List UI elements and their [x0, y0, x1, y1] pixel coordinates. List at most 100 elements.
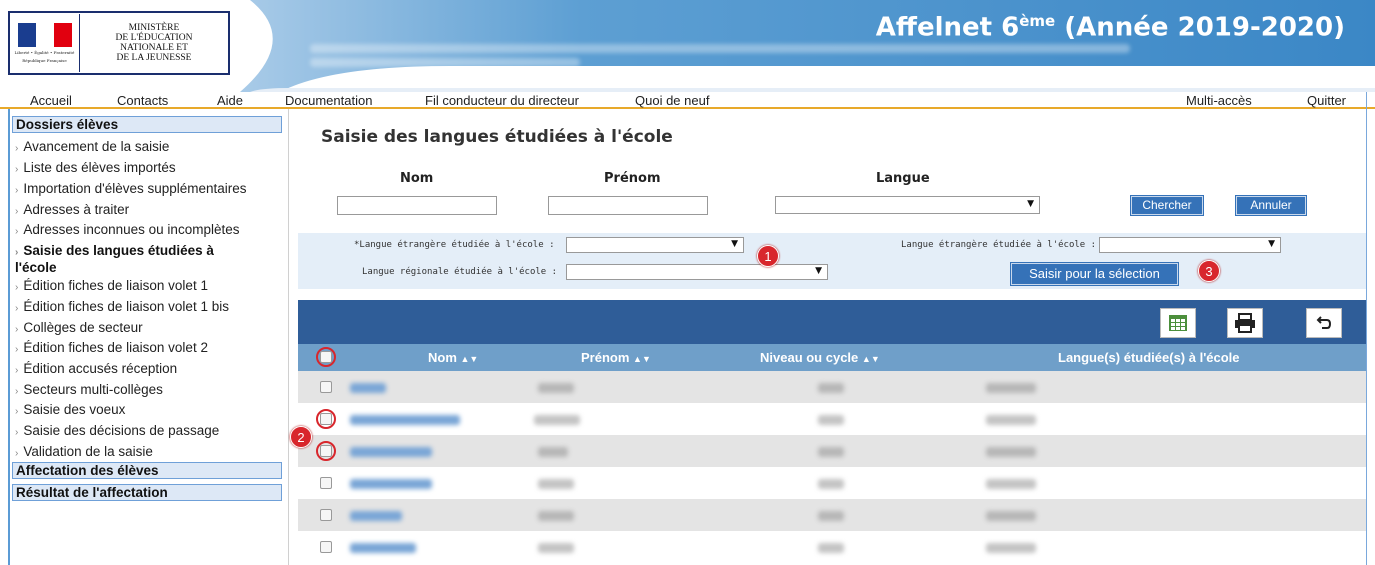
- lang-etrangere-label: Langue étrangère étudiée à l'école :: [901, 240, 1097, 250]
- blurred-cell: [538, 479, 574, 489]
- print-button[interactable]: [1227, 308, 1263, 338]
- sidebar-item-fiches-volet1bis[interactable]: › Édition fiches de liaison volet 1 bis: [15, 299, 229, 316]
- chercher-button[interactable]: Chercher: [1131, 196, 1203, 215]
- lang-regionale-label: Langue régionale étudiée à l'école :: [362, 267, 558, 277]
- ministry-logo: Liberté • Égalité • Fraternité Républiqu…: [8, 11, 230, 75]
- highlight-circle: [316, 409, 336, 429]
- sort-icon[interactable]: ▲▼: [862, 354, 880, 364]
- table-row[interactable]: [298, 371, 1366, 403]
- dropdown-arrow-icon: ▼: [1027, 199, 1034, 209]
- sidebar-item-saisie-langues[interactable]: › Saisie des langues étudiées à l'école: [15, 243, 214, 275]
- chevron-right-icon: ›: [15, 386, 19, 397]
- sidebar-section-dossiers[interactable]: Dossiers élèves: [12, 116, 282, 133]
- column-header-niveau[interactable]: Niveau ou cycle ▲▼: [760, 350, 880, 365]
- lang-regionale-select[interactable]: ▼: [566, 264, 828, 280]
- blurred-cell: [350, 543, 416, 553]
- sort-icon[interactable]: ▲▼: [461, 354, 479, 364]
- sidebar-section-resultat[interactable]: Résultat de l'affectation: [12, 484, 282, 501]
- sidebar-item-adresses-inconnues[interactable]: › Adresses inconnues ou incomplètes: [15, 222, 239, 239]
- annuler-button[interactable]: Annuler: [1236, 196, 1306, 215]
- sidebar: Dossiers élèves › Avancement de la saisie…: [8, 109, 289, 565]
- sidebar-item-importation[interactable]: › Importation d'élèves supplémentaires: [15, 181, 247, 198]
- blurred-cell: [818, 447, 844, 457]
- menu-multi-acces[interactable]: Multi-accès: [1186, 93, 1252, 108]
- row-checkbox[interactable]: [320, 541, 332, 553]
- prenom-label: Prénom: [604, 171, 661, 186]
- sidebar-item-liste-eleves[interactable]: › Liste des élèves importés: [15, 160, 176, 177]
- blurred-cell: [538, 543, 574, 553]
- annotation-badge-2: 2: [290, 426, 312, 448]
- menu-quitter[interactable]: Quitter: [1307, 93, 1346, 108]
- blurred-cell: [534, 415, 580, 425]
- sidebar-item-validation[interactable]: › Validation de la saisie: [15, 444, 153, 461]
- chevron-right-icon: ›: [15, 324, 19, 335]
- blurred-cell: [986, 511, 1036, 521]
- table-row[interactable]: [298, 403, 1366, 435]
- column-header-nom[interactable]: Nom ▲▼: [428, 350, 478, 365]
- blurred-cell: [818, 511, 844, 521]
- langue-label: Langue: [876, 171, 930, 186]
- row-checkbox[interactable]: [320, 477, 332, 489]
- return-button[interactable]: [1306, 308, 1342, 338]
- blurred-cell: [986, 479, 1036, 489]
- top-menu: Accueil Contacts Aide Documentation Fil …: [0, 92, 1375, 109]
- chevron-right-icon: ›: [15, 185, 19, 196]
- lang-etrangere-select[interactable]: ▼: [1099, 237, 1281, 253]
- table-row[interactable]: [298, 435, 1366, 467]
- dropdown-arrow-icon: ▼: [815, 266, 822, 276]
- prenom-search-input[interactable]: [548, 196, 708, 215]
- table-header: Nom ▲▼ Prénom ▲▼ Niveau ou cycle ▲▼ Lang…: [298, 344, 1366, 371]
- chevron-right-icon: ›: [15, 164, 19, 175]
- sort-icon[interactable]: ▲▼: [633, 354, 651, 364]
- grid-icon: [1169, 315, 1187, 331]
- blurred-cell: [538, 511, 574, 521]
- saisir-selection-button[interactable]: Saisir pour la sélection: [1011, 263, 1178, 285]
- row-checkbox[interactable]: [320, 381, 332, 393]
- sidebar-item-accuses-reception[interactable]: › Édition accusés réception: [15, 361, 177, 378]
- lang-etrangere-required-select[interactable]: ▼: [566, 237, 744, 253]
- chevron-right-icon: ›: [15, 344, 19, 355]
- blurred-cell: [986, 447, 1036, 457]
- chevron-right-icon: ›: [15, 143, 19, 154]
- sidebar-section-affectation[interactable]: Affectation des élèves: [12, 462, 282, 479]
- sidebar-item-fiches-volet2[interactable]: › Édition fiches de liaison volet 2: [15, 340, 208, 357]
- blurred-cell: [350, 383, 386, 393]
- blurred-cell: [818, 479, 844, 489]
- blurred-cell: [986, 543, 1036, 553]
- chevron-right-icon: ›: [15, 206, 19, 217]
- back-icon: [1316, 316, 1332, 329]
- blurred-cell: [818, 415, 844, 425]
- chevron-right-icon: ›: [15, 282, 19, 293]
- blurred-cell: [350, 447, 432, 457]
- sidebar-item-colleges-secteur[interactable]: › Collèges de secteur: [15, 320, 143, 337]
- blurred-cell: [986, 415, 1036, 425]
- table-row[interactable]: [298, 467, 1366, 499]
- sidebar-item-saisie-voeux[interactable]: › Saisie des voeux: [15, 402, 125, 419]
- sidebar-item-adresses-traiter[interactable]: › Adresses à traiter: [15, 202, 129, 219]
- menu-accueil[interactable]: Accueil: [30, 93, 72, 108]
- table-row[interactable]: [298, 531, 1366, 563]
- chevron-right-icon: ›: [15, 365, 19, 376]
- blurred-user-info: [310, 58, 580, 67]
- annotation-badge-3: 3: [1198, 260, 1220, 282]
- nom-search-input[interactable]: [337, 196, 497, 215]
- sidebar-item-avancement[interactable]: › Avancement de la saisie: [15, 139, 169, 156]
- table-row[interactable]: [298, 499, 1366, 531]
- sidebar-item-decisions-passage[interactable]: › Saisie des décisions de passage: [15, 423, 219, 440]
- langue-filter-select[interactable]: ▼: [775, 196, 1040, 214]
- sidebar-item-fiches-volet1[interactable]: › Édition fiches de liaison volet 1: [15, 278, 208, 295]
- blurred-cell: [818, 543, 844, 553]
- marianne-logo: Liberté • Égalité • Fraternité Républiqu…: [10, 14, 80, 72]
- menu-contacts[interactable]: Contacts: [117, 93, 168, 108]
- menu-fil-conducteur[interactable]: Fil conducteur du directeur: [425, 93, 579, 108]
- annotation-badge-1: 1: [757, 245, 779, 267]
- column-header-prenom[interactable]: Prénom ▲▼: [581, 350, 651, 365]
- dropdown-arrow-icon: ▼: [1268, 239, 1275, 249]
- menu-documentation[interactable]: Documentation: [285, 93, 372, 108]
- grid-export-button[interactable]: [1160, 308, 1196, 338]
- row-checkbox[interactable]: [320, 509, 332, 521]
- menu-quoi-de-neuf[interactable]: Quoi de neuf: [635, 93, 709, 108]
- page-title: Saisie des langues étudiées à l'école: [321, 127, 673, 147]
- sidebar-item-secteurs-multi[interactable]: › Secteurs multi-collèges: [15, 382, 163, 399]
- menu-aide[interactable]: Aide: [217, 93, 243, 108]
